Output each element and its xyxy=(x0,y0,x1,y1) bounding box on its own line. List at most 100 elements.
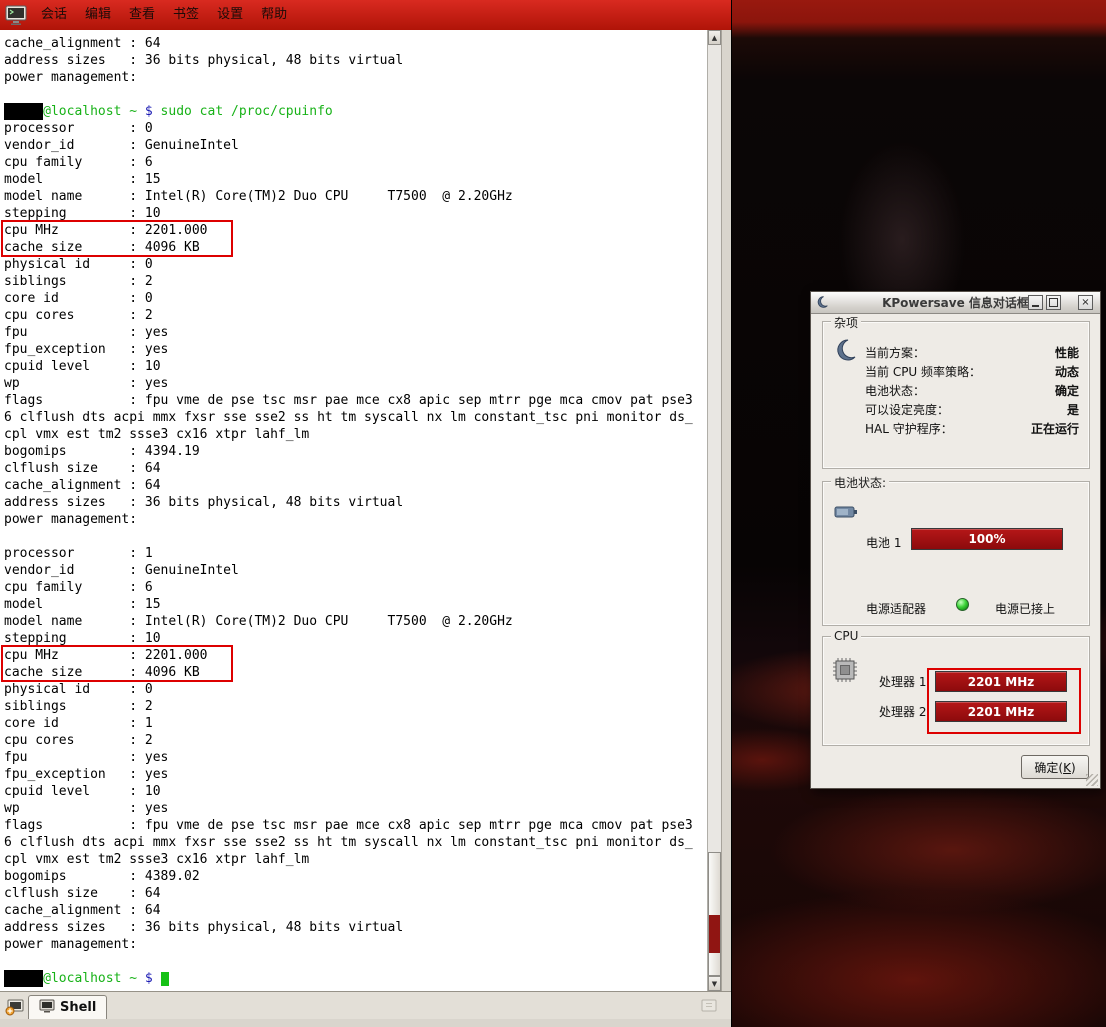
info-row: 当前方案：性能 xyxy=(865,343,1079,362)
minimize-icon xyxy=(1032,305,1039,307)
battery-icon xyxy=(833,498,859,527)
misc-rows: 当前方案：性能当前 CPU 频率策略：动态电池状态：确定可以设定亮度：是HAL … xyxy=(865,343,1079,438)
terminal-line: cpu cores : 2 xyxy=(4,732,707,749)
menu-item-2[interactable]: 查看 xyxy=(120,0,164,30)
terminal-line: address sizes : 36 bits physical, 48 bit… xyxy=(4,919,707,936)
terminal-line: wp : yes xyxy=(4,375,707,392)
terminal-scrollbar[interactable]: ▲ ▼ xyxy=(707,30,721,991)
terminal-line: fpu_exception : yes xyxy=(4,341,707,358)
scroll-down-icon: ▼ xyxy=(712,980,717,988)
terminal-line: flags : fpu vme de pse tsc msr pae mce c… xyxy=(4,817,707,834)
terminal-line: cpu family : 6 xyxy=(4,579,707,596)
terminal-line: cache size : 4096 KB xyxy=(4,664,707,681)
terminal-line: cache_alignment : 64 xyxy=(4,477,707,494)
terminal-line xyxy=(4,528,707,545)
terminal-line: fpu : yes xyxy=(4,324,707,341)
terminal-line: processor : 0 xyxy=(4,120,707,137)
terminal-line: physical id : 0 xyxy=(4,256,707,273)
terminal-line: model name : Intel(R) Core(TM)2 Duo CPU … xyxy=(4,613,707,630)
ac-adapter-led xyxy=(956,598,969,611)
terminal-line: siblings : 2 xyxy=(4,698,707,715)
terminal-line: fpu : yes xyxy=(4,749,707,766)
ac-adapter-label: 电源适配器 xyxy=(866,600,926,617)
battery-level-text: 100% xyxy=(968,532,1005,546)
scroll-up-button[interactable]: ▲ xyxy=(708,30,721,45)
terminal-line: cpuid level : 10 xyxy=(4,358,707,375)
info-row: 当前 CPU 频率策略：动态 xyxy=(865,362,1079,381)
menu-items: 会话编辑查看书签设置帮助 xyxy=(32,0,296,30)
menu-item-4[interactable]: 设置 xyxy=(208,0,252,30)
scrollbar-thumb[interactable] xyxy=(708,852,721,976)
terminal-line: cpu MHz : 2201.000 xyxy=(4,647,707,664)
terminal-line: stepping : 10 xyxy=(4,630,707,647)
ac-adapter-status: 电源已接上 xyxy=(995,600,1055,617)
terminal-line: processor : 1 xyxy=(4,545,707,562)
close-button[interactable]: × xyxy=(1078,295,1093,310)
tab-shell[interactable]: Shell xyxy=(28,995,107,1020)
terminal-line: address sizes : 36 bits physical, 48 bit… xyxy=(4,494,707,511)
terminal-line: 6 clflush dts acpi mmx fxsr sse sse2 ss … xyxy=(4,409,707,426)
terminal-line: cache_alignment : 64 xyxy=(4,35,707,52)
terminal-line: model : 15 xyxy=(4,171,707,188)
window-frame-right xyxy=(721,30,731,991)
menu-item-5[interactable]: 帮助 xyxy=(252,0,296,30)
menu-item-1[interactable]: 编辑 xyxy=(76,0,120,30)
terminal-line: clflush size : 64 xyxy=(4,460,707,477)
terminal-line xyxy=(4,953,707,970)
battery-label: 电池 1 xyxy=(866,534,901,551)
close-icon: × xyxy=(1081,298,1089,308)
konsole-app-icon[interactable] xyxy=(3,3,29,27)
terminal-line xyxy=(4,86,707,103)
terminal-line: 6 clflush dts acpi mmx fxsr sse sse2 ss … xyxy=(4,834,707,851)
terminal-line: cpl vmx est tm2 ssse3 cx16 xtpr lahf_lm xyxy=(4,851,707,868)
group-misc: 杂项 当前方案：性能当前 CPU 频率策略：动态电池状态：确定可以设定亮度：是H… xyxy=(822,321,1090,469)
group-battery-title: 电池状态: xyxy=(831,474,889,491)
annotation-rect-cpu xyxy=(927,668,1081,734)
terminal-line: @localhost ~ $ sudo cat /proc/cpuinfo xyxy=(4,103,707,120)
kpowersave-titlebar-icon xyxy=(815,295,829,309)
terminal-line: physical id : 0 xyxy=(4,681,707,698)
terminal-line: bogomips : 4394.19 xyxy=(4,443,707,460)
tab-bar: Shell xyxy=(0,991,731,1019)
tab-label: Shell xyxy=(60,1000,96,1015)
terminal-window: 会话编辑查看书签设置帮助 cache_alignment : 64address… xyxy=(0,0,731,1027)
terminal-line: model name : Intel(R) Core(TM)2 Duo CPU … xyxy=(4,188,707,205)
group-battery: 电池状态: 电池 1 100% 电源适配器 电源已接上 xyxy=(822,481,1090,626)
maximize-button[interactable] xyxy=(1046,295,1061,310)
redacted-username xyxy=(4,970,43,987)
group-misc-title: 杂项 xyxy=(831,314,861,331)
minimize-button[interactable] xyxy=(1028,295,1043,310)
dialog-titlebar[interactable]: KPowersave 信息对话框 × xyxy=(811,292,1100,314)
shell-tab-icon xyxy=(39,999,55,1017)
maximize-icon xyxy=(1049,298,1058,307)
kpowersave-dialog: KPowersave 信息对话框 × 杂项 当前方案：性能当前 CPU 频率策略… xyxy=(810,291,1101,789)
ok-button[interactable]: 确定(K) xyxy=(1021,755,1089,779)
info-row: 电池状态：确定 xyxy=(865,381,1079,400)
cpu-icon xyxy=(832,657,858,686)
terminal-line: flags : fpu vme de pse tsc msr pae mce c… xyxy=(4,392,707,409)
terminal-line: cpu cores : 2 xyxy=(4,307,707,324)
terminal-line: fpu_exception : yes xyxy=(4,766,707,783)
terminal-line: core id : 1 xyxy=(4,715,707,732)
menu-item-0[interactable]: 会话 xyxy=(32,0,76,30)
terminal-line: core id : 0 xyxy=(4,290,707,307)
terminal-cursor xyxy=(161,972,169,986)
group-cpu: CPU 处理器 12201 MHz处理器 22201 MHz xyxy=(822,636,1090,746)
terminal-line: @localhost ~ $ xyxy=(4,970,707,987)
terminal-line: cpu family : 6 xyxy=(4,154,707,171)
resize-grip[interactable] xyxy=(1086,774,1098,786)
terminal-line: vendor_id : GenuineIntel xyxy=(4,137,707,154)
menu-item-3[interactable]: 书签 xyxy=(164,0,208,30)
terminal-text: cache_alignment : 64address sizes : 36 b… xyxy=(0,30,707,991)
scroll-up-icon: ▲ xyxy=(712,34,717,42)
new-session-button[interactable] xyxy=(3,995,27,1018)
terminal-line: clflush size : 64 xyxy=(4,885,707,902)
terminal-line: model : 15 xyxy=(4,596,707,613)
scroll-down-button[interactable]: ▼ xyxy=(708,976,721,991)
battery-level-bar: 100% xyxy=(911,528,1063,550)
session-list-button[interactable] xyxy=(697,994,721,1017)
terminal-viewport[interactable]: cache_alignment : 64address sizes : 36 b… xyxy=(0,30,707,991)
kpowersave-icon xyxy=(832,337,858,366)
menu-bar: 会话编辑查看书签设置帮助 xyxy=(0,0,731,30)
terminal-line: stepping : 10 xyxy=(4,205,707,222)
